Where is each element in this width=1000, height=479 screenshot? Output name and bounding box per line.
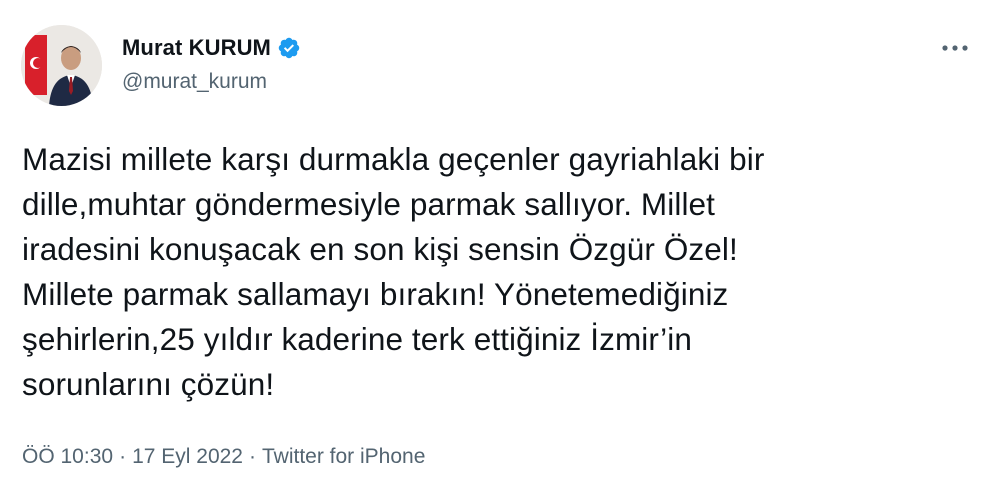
tweet-text: Mazisi millete karşı durmakla geçenler g… [22, 141, 765, 402]
separator-dot: · [248, 445, 256, 468]
author-name-row: Murat KURUM [122, 34, 301, 62]
tweet-card: Murat KURUM @murat_kurum Mazisi millete … [0, 0, 1000, 479]
tweet-date[interactable]: 17 Eyl 2022 [132, 445, 243, 469]
author-display-name[interactable]: Murat KURUM [122, 35, 271, 61]
separator-dot: · [119, 445, 127, 468]
more-horizontal-icon [942, 45, 968, 51]
tweet-metadata: ÖÖ 10:30 · 17 Eyl 2022 · Twitter for iPh… [22, 445, 425, 469]
tweet-time[interactable]: ÖÖ 10:30 [22, 445, 113, 469]
avatar[interactable] [21, 25, 102, 106]
tweet-source[interactable]: Twitter for iPhone [262, 445, 425, 469]
more-options-button[interactable] [937, 35, 973, 61]
author-handle[interactable]: @murat_kurum [122, 70, 267, 94]
avatar-image [21, 25, 102, 106]
verified-badge-icon [277, 36, 301, 60]
